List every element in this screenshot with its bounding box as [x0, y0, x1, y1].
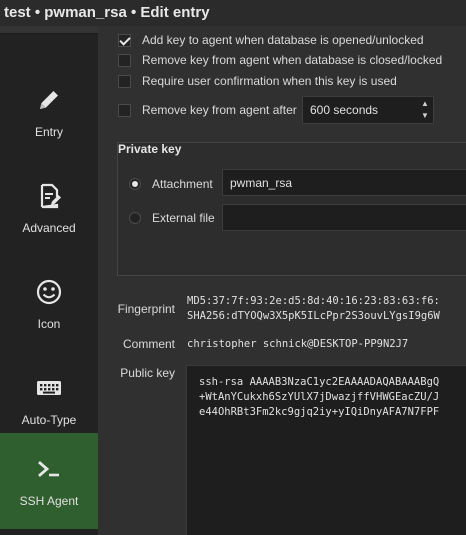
sidebar-item-advanced[interactable]: Advanced — [0, 160, 98, 256]
spin-up-icon[interactable]: ▲ — [421, 99, 429, 109]
attachment-select[interactable]: pwman_rsa — [222, 169, 466, 196]
external-file-radio[interactable] — [129, 212, 141, 224]
sidebar-item-icon[interactable]: Icon — [0, 256, 98, 352]
external-file-label: External file — [152, 211, 215, 225]
require-confirmation-label: Require user confirmation when this key … — [142, 74, 397, 88]
pencil-icon — [40, 91, 58, 109]
public-key-line: e44OhRBt3Fm2kc9gjq2iy+yIQiDnyAFA7N7FPF — [199, 406, 440, 418]
comment-value: christopher schnick@DESKTOP-PP9N2J7 — [187, 338, 409, 350]
keyboard-icon — [37, 381, 61, 395]
remove-after-label: Remove key from agent after — [142, 103, 297, 117]
fingerprint-label: Fingerprint — [117, 302, 175, 316]
window-title: test • pwman_rsa • Edit entry — [0, 0, 466, 26]
external-file-input[interactable] — [222, 204, 466, 231]
spin-down-icon[interactable]: ▼ — [421, 111, 429, 121]
sidebar-item-label: SSH Agent — [19, 494, 79, 508]
public-key-line: ssh-rsa AAAAB3NzaC1yc2EAAAADAQABAAABgQ — [199, 376, 440, 388]
attachment-radio-row[interactable]: Attachment — [129, 177, 213, 191]
sidebar-item-label: Entry — [34, 125, 63, 139]
sidebar-item-entry[interactable]: Entry — [0, 64, 98, 160]
private-key-title: Private key — [118, 142, 182, 156]
sidebar-item-ssh-agent[interactable]: SSH Agent — [0, 433, 98, 529]
external-file-radio-row[interactable]: External file — [129, 211, 215, 225]
require-confirmation-checkbox[interactable] — [118, 74, 131, 88]
spin-arrows[interactable]: ▲ ▼ — [419, 99, 431, 121]
attachment-label: Attachment — [152, 177, 213, 191]
public-key-textarea[interactable]: ssh-rsa AAAAB3NzaC1yc2EAAAADAQABAAABgQ +… — [186, 365, 466, 535]
add-on-open-label: Add key to agent when database is opened… — [142, 33, 424, 47]
sidebar-item-label: Icon — [37, 317, 61, 331]
remove-on-close-row[interactable]: Remove key from agent when database is c… — [118, 50, 442, 70]
require-confirmation-row[interactable]: Require user confirmation when this key … — [118, 71, 397, 91]
sidebar-item-label: Advanced — [22, 221, 76, 235]
remove-on-close-label: Remove key from agent when database is c… — [142, 53, 443, 67]
attachment-radio[interactable] — [129, 178, 141, 190]
remove-on-close-checkbox[interactable] — [118, 53, 131, 67]
remove-after-row[interactable]: Remove key from agent after — [118, 100, 297, 120]
comment-label: Comment — [122, 337, 175, 351]
remove-after-spinbox[interactable]: 600 seconds ▲ ▼ — [302, 96, 434, 124]
smiley-icon — [36, 279, 62, 305]
terminal-prompt-icon — [38, 461, 59, 477]
fingerprint-md5: MD5:37:7f:93:2e:d5:8d:40:16:23:83:63:f6: — [187, 295, 440, 307]
attachment-value: pwman_rsa — [230, 175, 293, 190]
ssh-agent-panel: Add key to agent when database is opened… — [98, 26, 466, 535]
public-key-label: Public key — [120, 366, 175, 380]
remove-after-value: 600 seconds — [310, 103, 379, 117]
document-edit-icon — [40, 183, 61, 209]
sidebar-header-strip — [0, 26, 98, 34]
remove-after-checkbox[interactable] — [118, 103, 131, 117]
category-sidebar: Entry Advanced Icon Auto-Type SSH Agent — [0, 26, 98, 535]
add-on-open-row[interactable]: Add key to agent when database is opened… — [118, 30, 424, 50]
fingerprint-sha256: SHA256:dTYOQw3X5pK5ILcPpr2S3ouvLYgsI9g6W — [187, 310, 440, 322]
add-on-open-checkbox[interactable] — [118, 33, 131, 47]
public-key-line: +WtAnYCukxh6SzYUlX7jDwazjffVHWGEacZU/J — [199, 391, 440, 403]
sidebar-item-label: Auto-Type — [21, 413, 77, 427]
